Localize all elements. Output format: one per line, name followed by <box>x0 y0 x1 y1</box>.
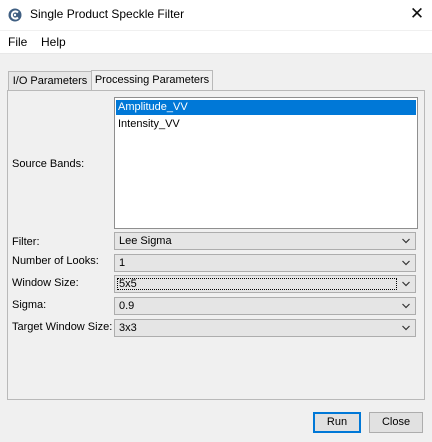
menu-bar: File Help <box>0 31 432 54</box>
chevron-down-icon <box>402 325 410 331</box>
target-window-label: Target Window Size: <box>12 321 113 333</box>
close-button[interactable]: Close <box>369 412 423 433</box>
target-window-select[interactable]: 3x3 <box>114 319 416 337</box>
chevron-down-icon <box>402 303 410 309</box>
looks-label: Number of Looks: <box>12 255 99 267</box>
filter-select[interactable]: Lee Sigma <box>114 232 416 250</box>
focus-ring <box>117 278 397 290</box>
tab-io-parameters[interactable]: I/O Parameters <box>8 71 92 90</box>
sigma-select[interactable]: 0.9 <box>114 297 416 315</box>
window-size-value: 5x5 <box>119 278 137 290</box>
tab-processing-parameters[interactable]: Processing Parameters <box>91 70 213 90</box>
filter-value: Lee Sigma <box>119 235 172 247</box>
chevron-down-icon <box>402 238 410 244</box>
list-item-amplitude-vv[interactable]: Amplitude_VV <box>116 100 416 115</box>
source-bands-label: Source Bands: <box>12 158 85 170</box>
looks-select[interactable]: 1 <box>114 254 416 272</box>
list-item-intensity-vv[interactable]: Intensity_VV <box>116 117 416 132</box>
sigma-label: Sigma: <box>12 299 47 311</box>
window-size-label: Window Size: <box>12 277 79 289</box>
sigma-value: 0.9 <box>119 300 135 312</box>
filter-label: Filter: <box>12 236 40 248</box>
run-button[interactable]: Run <box>313 412 361 433</box>
menu-help[interactable]: Help <box>41 35 66 49</box>
close-window-icon[interactable]: ✕ <box>404 2 430 28</box>
chevron-down-icon <box>402 260 410 266</box>
looks-value: 1 <box>119 257 126 269</box>
target-window-value: 3x3 <box>119 322 137 334</box>
window-title: Single Product Speckle Filter <box>30 7 185 21</box>
source-bands-list[interactable]: Amplitude_VV Intensity_VV <box>114 97 418 229</box>
title-bar: Single Product Speckle Filter ✕ <box>0 0 432 30</box>
window-size-select[interactable]: 5x5 <box>114 275 416 293</box>
menu-file[interactable]: File <box>8 35 27 49</box>
chevron-down-icon <box>402 281 410 287</box>
app-icon <box>8 8 22 22</box>
